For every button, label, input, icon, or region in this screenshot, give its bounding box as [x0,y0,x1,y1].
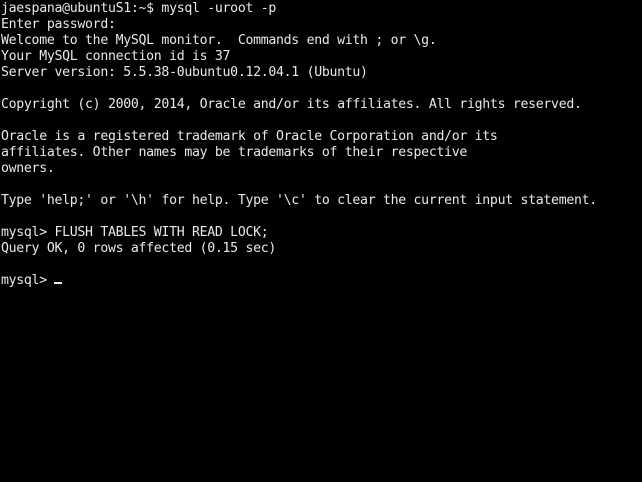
query-result-line: Query OK, 0 rows affected (0.15 sec) [1,241,277,256]
trademark-line-2: affiliates. Other names may be trademark… [1,145,468,160]
server-version-line: Server version: 5.5.38-0ubuntu0.12.04.1 … [1,65,368,80]
mysql-prompt-text: mysql> [1,273,55,288]
help-hint-line: Type 'help;' or '\h' for help. Type '\c'… [1,193,597,208]
copyright-line: Copyright (c) 2000, 2014, Oracle and/or … [1,97,582,112]
trademark-line-1: Oracle is a registered trademark of Orac… [1,129,498,144]
text-cursor [54,282,63,284]
trademark-line-3: owners. [1,161,55,176]
terminal-window[interactable]: jaespana@ubuntuS1:~$ mysql -uroot -p Ent… [0,0,642,482]
mysql-command-line: mysql> FLUSH TABLES WITH READ LOCK; [1,225,269,240]
welcome-line: Welcome to the MySQL monitor. Commands e… [1,33,437,48]
mysql-active-prompt[interactable]: mysql> [1,273,642,289]
connection-id-line: Your MySQL connection id is 37 [1,49,231,64]
password-prompt-line: Enter password: [1,17,116,32]
shell-prompt-line: jaespana@ubuntuS1:~$ mysql -uroot -p [1,1,277,16]
